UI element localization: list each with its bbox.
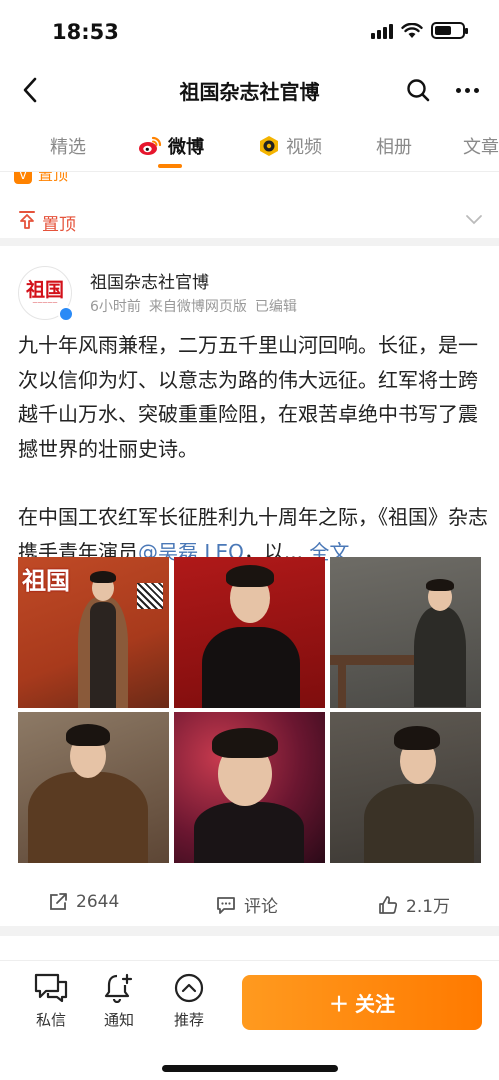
image-grid: 祖国 [18, 557, 481, 863]
post-time: 6小时前 [90, 299, 141, 315]
share-count: 2644 [76, 892, 120, 912]
comment-label: 评论 [244, 897, 278, 917]
avatar-subtext: ————— [32, 300, 58, 306]
tab-album[interactable]: 相册 [376, 133, 412, 159]
tab-video[interactable]: 视频 [258, 133, 322, 159]
navigation-bar: 祖国杂志社官博 [0, 62, 499, 118]
post-paragraph: 九十年风雨兼程，二万五千里山河回响。长征，是一次以信仰为灯、以意志为路的伟大远征… [18, 333, 478, 461]
share-icon [50, 893, 67, 910]
share-button[interactable]: 2644 [48, 892, 119, 912]
search-icon [407, 79, 430, 102]
status-bar: 18:53 [0, 0, 499, 62]
notifications-label: 通知 [103, 1011, 134, 1029]
like-count: 2.1万 [406, 897, 451, 917]
status-icons [371, 22, 468, 39]
follow-label: 关注 [355, 992, 395, 1016]
pinned-top-label: 置顶 [38, 172, 69, 184]
plus-icon: ＋ [329, 992, 349, 1016]
chat-bubbles-icon [34, 973, 68, 1003]
tab-label: 相册 [376, 137, 412, 158]
photo-study-room[interactable] [330, 557, 481, 708]
comment-button[interactable]: 评论 [216, 892, 278, 917]
tab-label: 微博 [168, 137, 204, 158]
tab-articles[interactable]: 文章 [463, 133, 499, 159]
pinned-header[interactable]: 置顶 [0, 196, 499, 246]
weibo-logo-icon [139, 136, 162, 155]
like-button[interactable]: 2.1万 [378, 892, 450, 917]
photo-seated-portrait[interactable] [330, 712, 481, 863]
scrolled-pinned-item: v 置顶 [14, 172, 94, 186]
cellular-signal-icon [371, 23, 393, 39]
photo-leather-jacket[interactable] [18, 712, 169, 863]
chevron-up-circle-icon [174, 973, 204, 1003]
profile-tabs: 精选 微博 视频 相册 文章 [0, 118, 499, 172]
more-dot-icon [455, 87, 461, 93]
verified-badge-icon [58, 306, 74, 322]
photo-red-background[interactable] [174, 557, 325, 708]
bell-plus-icon [104, 973, 133, 1003]
pinned-label: 置顶 [42, 215, 76, 235]
messages-label: 私信 [35, 1011, 66, 1029]
tab-featured[interactable]: 精选 [50, 133, 86, 159]
recommend-label: 推荐 [173, 1011, 204, 1029]
notifications-button[interactable]: 通知 [93, 973, 145, 1030]
pin-top-icon [19, 211, 35, 229]
recommend-button[interactable]: 推荐 [163, 973, 215, 1030]
tab-label: 精选 [50, 137, 86, 158]
home-indicator[interactable] [162, 1065, 338, 1072]
more-options-button[interactable] [449, 72, 485, 108]
thumbs-up-icon [379, 895, 398, 914]
avatar-logo: 祖国 [25, 279, 64, 301]
post-actions: 2644 评论 2.1万 [0, 880, 499, 936]
pinned-badge-icon: v [14, 172, 32, 184]
post-meta: 6小时前 来自微博网页版 已编辑 [90, 296, 297, 316]
more-dot-icon [464, 87, 470, 93]
follow-button[interactable]: ＋ 关注 [242, 975, 482, 1030]
chevron-down-icon[interactable] [465, 210, 483, 228]
status-time: 18:53 [52, 20, 119, 44]
comment-icon [217, 896, 235, 914]
post-header: 祖国 ————— 祖国杂志社官博 6小时前 来自微博网页版 已编辑 [0, 254, 499, 324]
video-badge-icon [260, 136, 278, 156]
author-name[interactable]: 祖国杂志社官博 [90, 268, 209, 293]
battery-icon [431, 22, 468, 39]
messages-button[interactable]: 私信 [25, 973, 77, 1030]
post-edited: 已编辑 [254, 299, 297, 315]
search-button[interactable] [400, 72, 436, 108]
wifi-icon [401, 22, 423, 38]
post-source: 来自微博网页版 [148, 299, 247, 315]
photo-bokeh-lights[interactable] [174, 712, 325, 863]
bottom-action-bar: 私信 通知 推荐 ＋ 关注 [0, 960, 499, 1080]
magazine-logo: 祖国 [22, 566, 70, 595]
more-dot-icon [473, 87, 479, 93]
tab-label: 文章 [463, 137, 499, 158]
active-tab-indicator [158, 164, 182, 168]
tab-weibo[interactable]: 微博 [138, 133, 204, 159]
post-body: 九十年风雨兼程，二万五千里山河回响。长征，是一次以信仰为灯、以意志为路的伟大远征… [18, 328, 488, 569]
tab-label: 视频 [286, 137, 322, 158]
photo-magazine-cover[interactable]: 祖国 [18, 557, 169, 708]
qr-code-icon [137, 583, 163, 609]
